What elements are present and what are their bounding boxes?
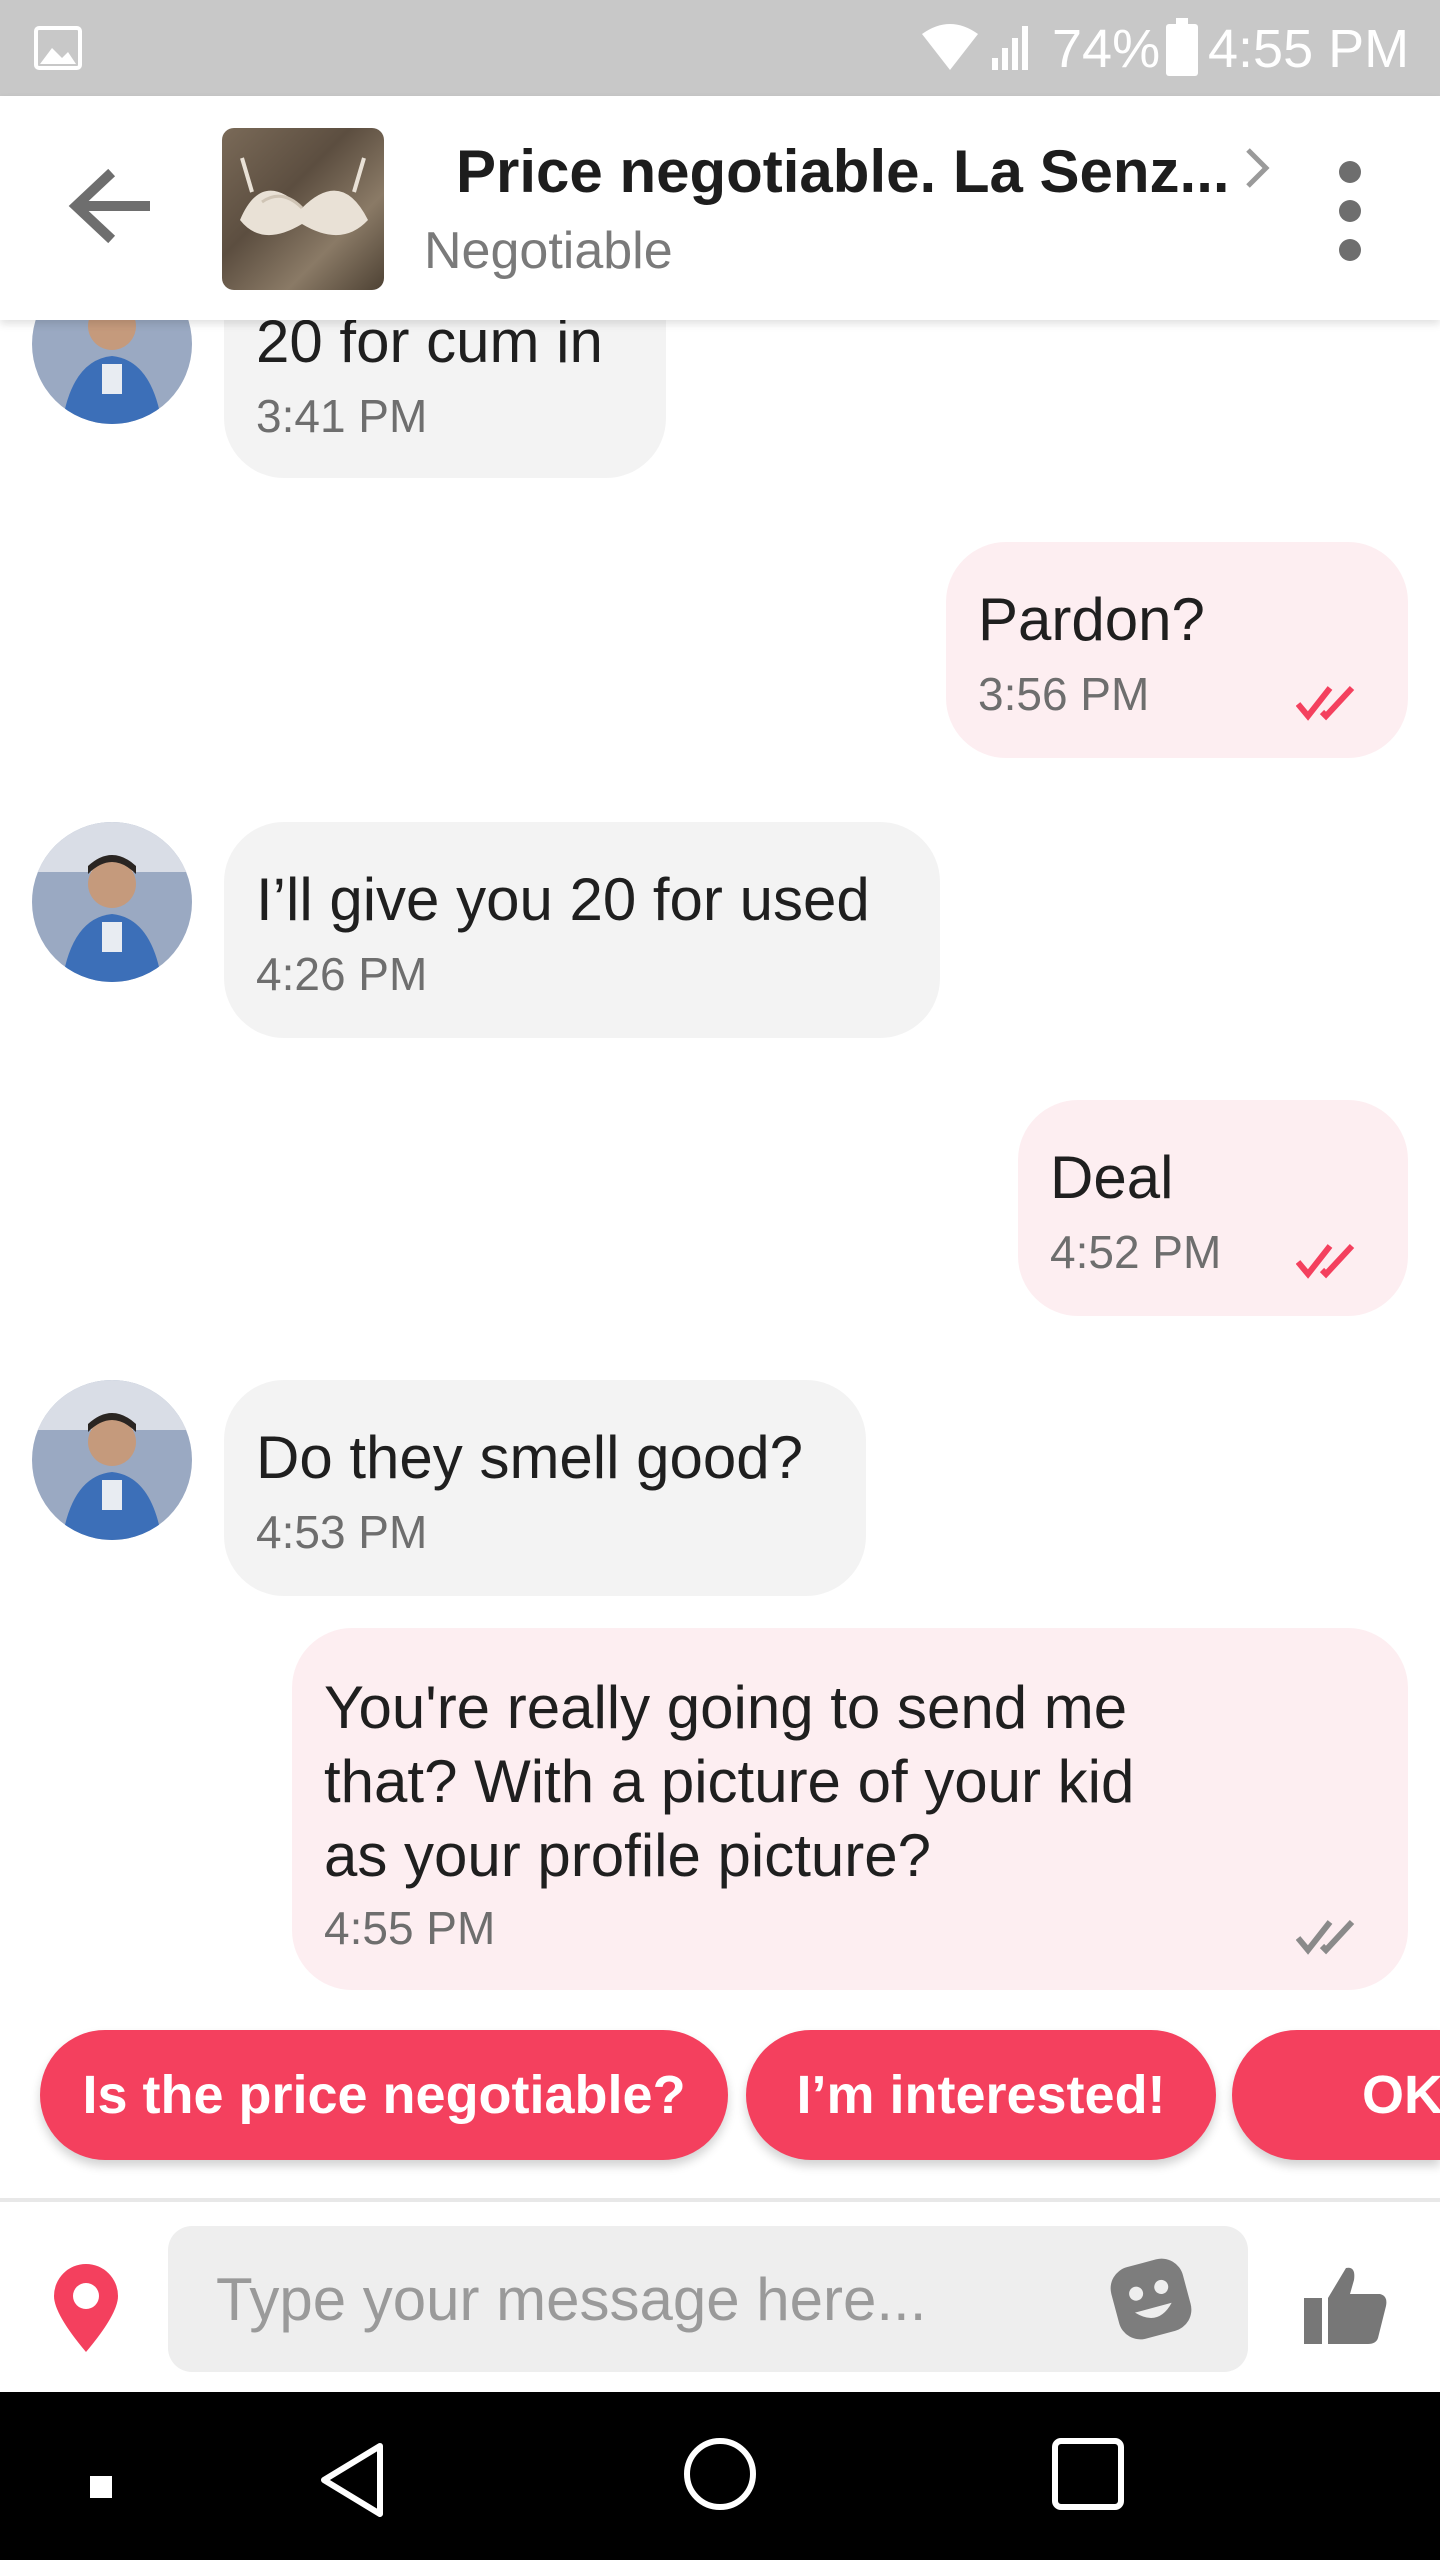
back-triangle-icon[interactable] — [316, 2440, 388, 2520]
chevron-right-icon[interactable] — [1244, 146, 1272, 190]
quick-reply-button[interactable]: OK — [1232, 2030, 1440, 2160]
status-bar: 74% 4:55 PM — [0, 0, 1440, 96]
status-clock: 4:55 PM — [1208, 19, 1410, 79]
message-text-line: You're really going to send me — [324, 1674, 1128, 1741]
quick-reply-button[interactable]: Is the price negotiable? — [40, 2030, 728, 2160]
chat-header: Price negotiable. La Senz... Negotiable — [0, 96, 1440, 320]
message-text: Do they smell good? — [256, 1424, 803, 1491]
message-bubble-outgoing[interactable]: Deal 4:52 PM — [1018, 1100, 1408, 1316]
message-text-line: that? With a picture of your kid — [324, 1748, 1135, 1815]
message-bubble-outgoing[interactable]: Pardon? 3:56 PM — [946, 542, 1408, 758]
quick-reply-button[interactable]: I’m interested! — [746, 2030, 1216, 2160]
message-bubble-outgoing[interactable]: You're really going to send me that? Wit… — [292, 1628, 1408, 1990]
thumbs-up-icon[interactable] — [1300, 2260, 1390, 2350]
home-circle-icon[interactable] — [682, 2436, 758, 2512]
child-photo — [32, 822, 192, 982]
emoji-icon[interactable] — [1108, 2256, 1194, 2342]
message-time: 3:41 PM — [256, 390, 428, 442]
message-bubble-incoming[interactable]: I’ll give you 20 for used 4:26 PM — [224, 822, 940, 1038]
child-photo — [32, 1380, 192, 1540]
more-vert-icon[interactable] — [1320, 156, 1380, 266]
read-receipt-icon — [1296, 685, 1355, 721]
back-arrow-icon[interactable] — [62, 166, 162, 246]
message-bubble-incoming[interactable]: Do they smell good? 4:53 PM — [224, 1380, 866, 1596]
location-pin-icon[interactable] — [50, 2262, 122, 2354]
sender-avatar[interactable] — [32, 1380, 192, 1540]
message-time: 3:56 PM — [978, 668, 1150, 720]
message-input[interactable]: Type your message here... — [168, 2226, 1248, 2372]
image-icon — [34, 26, 82, 70]
message-text: Deal — [1050, 1144, 1174, 1211]
message-time: 4:26 PM — [256, 948, 428, 1000]
delivered-receipt-icon — [1296, 1919, 1355, 1955]
listing-title[interactable]: Price negotiable. La Senz... — [456, 134, 1236, 210]
message-text-line: as your profile picture? — [324, 1822, 931, 1889]
message-time: 4:53 PM — [256, 1506, 428, 1558]
square-dot-icon[interactable] — [90, 2476, 112, 2498]
recents-square-icon[interactable] — [1050, 2436, 1126, 2512]
battery-percent: 74% — [1052, 19, 1161, 79]
product-thumbnail[interactable] — [222, 128, 384, 290]
message-time: 4:52 PM — [1050, 1226, 1222, 1278]
message-time: 4:55 PM — [324, 1902, 496, 1954]
battery-icon — [1166, 18, 1198, 76]
message-input-placeholder: Type your message here... — [216, 2266, 927, 2333]
read-receipt-icon — [1296, 1243, 1355, 1279]
wifi-icon — [922, 24, 978, 70]
signal-icon — [992, 26, 1028, 70]
message-text: I’ll give you 20 for used — [256, 866, 870, 933]
message-text: Pardon? — [978, 586, 1205, 653]
message-composer: Type your message here... — [0, 2198, 1440, 2394]
bra-image — [240, 157, 368, 236]
android-nav-bar — [0, 2392, 1440, 2560]
sender-avatar[interactable] — [32, 822, 192, 982]
listing-price-status: Negotiable — [424, 222, 673, 280]
